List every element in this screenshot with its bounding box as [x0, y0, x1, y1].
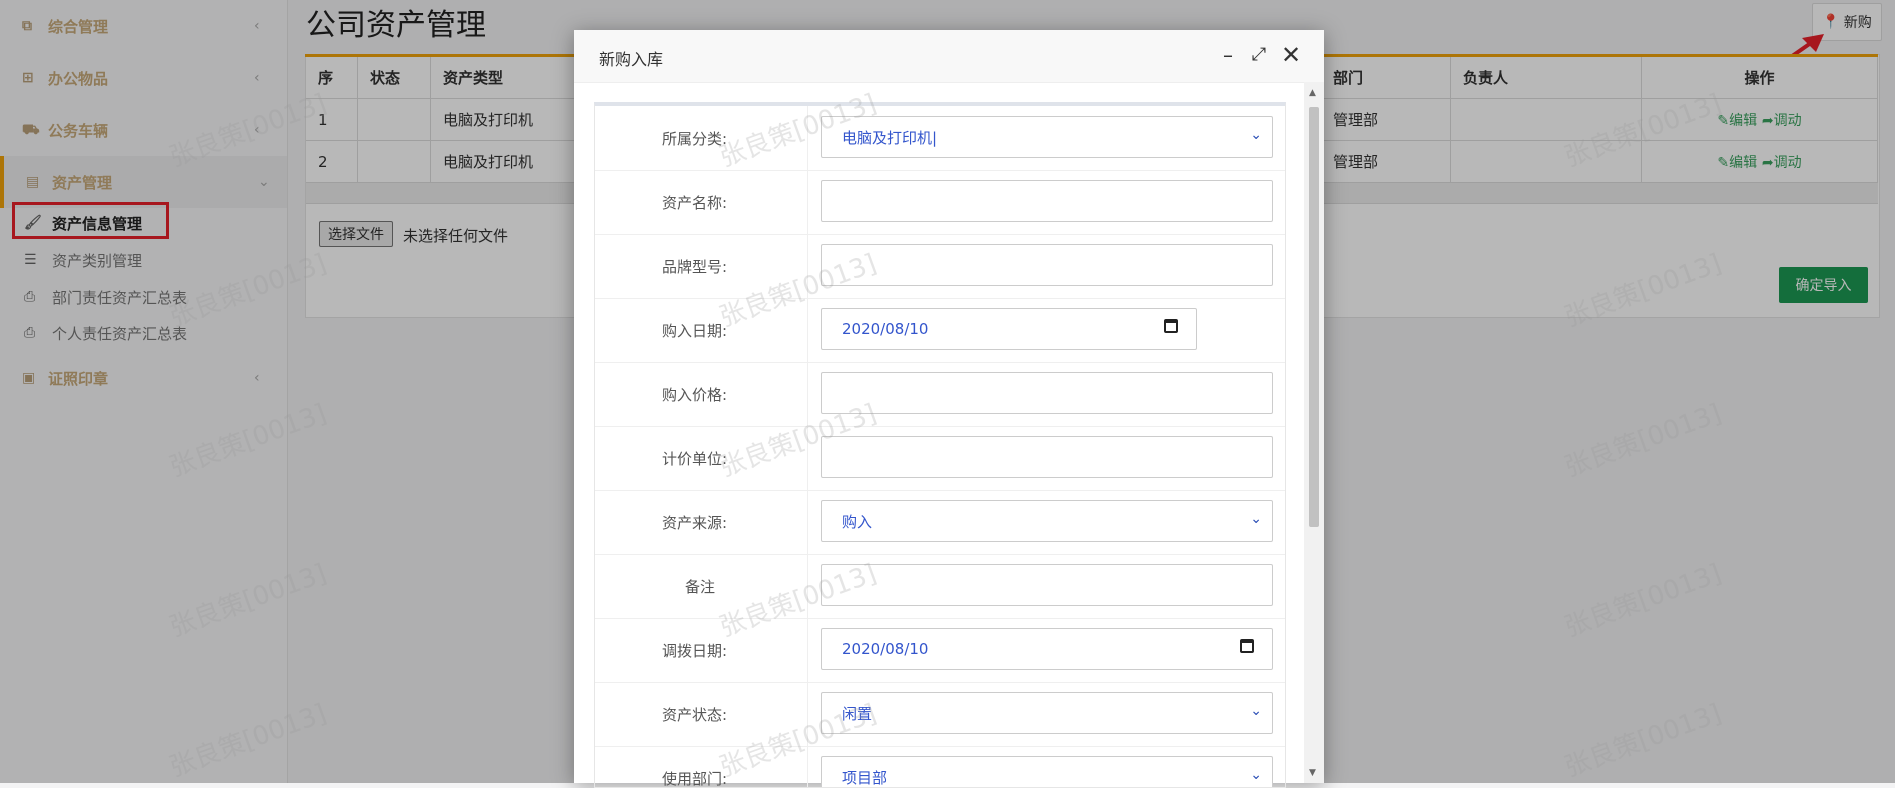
status-select[interactable]: 闲置 ⌄	[821, 692, 1273, 734]
field-label: 资产状态:	[595, 682, 808, 746]
price-input[interactable]	[821, 372, 1273, 414]
scroll-down-icon[interactable]: ▼	[1309, 768, 1316, 778]
dialog-scrollbar[interactable]: ▲ ▼	[1304, 82, 1324, 783]
scroll-up-icon[interactable]: ▲	[1309, 88, 1316, 98]
field-label: 调拨日期:	[595, 618, 808, 682]
field-value: 2020/08/10	[842, 320, 929, 338]
field-label: 购入价格:	[595, 362, 808, 426]
field-label: 备注	[595, 554, 808, 618]
chevron-down-icon: ⌄	[1250, 511, 1262, 527]
form-row-transfer-date: 调拨日期: 2020/08/10	[595, 618, 1285, 683]
brand-model-input[interactable]	[821, 244, 1273, 286]
dialog-header: 新购入库 – ⤢ ✕	[574, 30, 1324, 83]
field-label: 购入日期:	[595, 298, 808, 362]
form-row-status: 资产状态: 闲置 ⌄	[595, 682, 1285, 747]
unit-input[interactable]	[821, 436, 1273, 478]
field-value: 闲置	[842, 704, 873, 723]
close-icon[interactable]: ✕	[1279, 43, 1303, 67]
field-label: 资产名称:	[595, 170, 808, 234]
form-row-purchase-date: 购入日期: 2020/08/10	[595, 298, 1285, 363]
field-label: 资产来源:	[595, 490, 808, 554]
form-row-asset-name: 资产名称:	[595, 170, 1285, 235]
new-purchase-dialog: 新购入库 – ⤢ ✕ 所属分类: 电脑及打印机| ⌄ 资产名称: 品牌型号: 购入…	[574, 30, 1324, 788]
field-value: 2020/08/10	[842, 640, 929, 658]
field-label: 使用部门:	[595, 746, 808, 787]
chevron-down-icon: ⌄	[1250, 767, 1262, 783]
source-select[interactable]: 购入 ⌄	[821, 500, 1273, 542]
form-row-remark: 备注	[595, 554, 1285, 619]
field-value: 购入	[842, 512, 873, 531]
scrollbar-thumb[interactable]	[1309, 107, 1319, 527]
maximize-icon[interactable]: ⤢	[1247, 43, 1271, 67]
calendar-icon[interactable]	[1164, 319, 1178, 333]
category-select[interactable]: 电脑及打印机| ⌄	[821, 116, 1273, 158]
field-value: 项目部	[842, 768, 888, 787]
transfer-date-input[interactable]: 2020/08/10	[821, 628, 1273, 670]
field-value: 电脑及打印机|	[842, 128, 938, 147]
asset-name-input[interactable]	[821, 180, 1273, 222]
form-row-dept: 使用部门: 项目部 ⌄	[595, 746, 1285, 787]
field-label: 所属分类:	[595, 106, 808, 170]
minimize-icon[interactable]: –	[1216, 43, 1240, 67]
chevron-down-icon: ⌄	[1250, 703, 1262, 719]
form-row-unit: 计价单位:	[595, 426, 1285, 491]
dept-select[interactable]: 项目部 ⌄	[821, 756, 1273, 787]
remark-input[interactable]	[821, 564, 1273, 606]
form-row-category: 所属分类: 电脑及打印机| ⌄	[595, 106, 1285, 171]
purchase-date-input[interactable]: 2020/08/10	[821, 308, 1197, 350]
form-row-price: 购入价格:	[595, 362, 1285, 427]
chevron-down-icon: ⌄	[1250, 127, 1262, 143]
field-label: 计价单位:	[595, 426, 808, 490]
form-row-source: 资产来源: 购入 ⌄	[595, 490, 1285, 555]
form-row-brand-model: 品牌型号:	[595, 234, 1285, 299]
calendar-icon[interactable]	[1240, 639, 1254, 653]
dialog-title: 新购入库	[599, 50, 664, 69]
dialog-form: 所属分类: 电脑及打印机| ⌄ 资产名称: 品牌型号: 购入日期: 2020/08…	[594, 102, 1286, 788]
field-label: 品牌型号:	[595, 234, 808, 298]
